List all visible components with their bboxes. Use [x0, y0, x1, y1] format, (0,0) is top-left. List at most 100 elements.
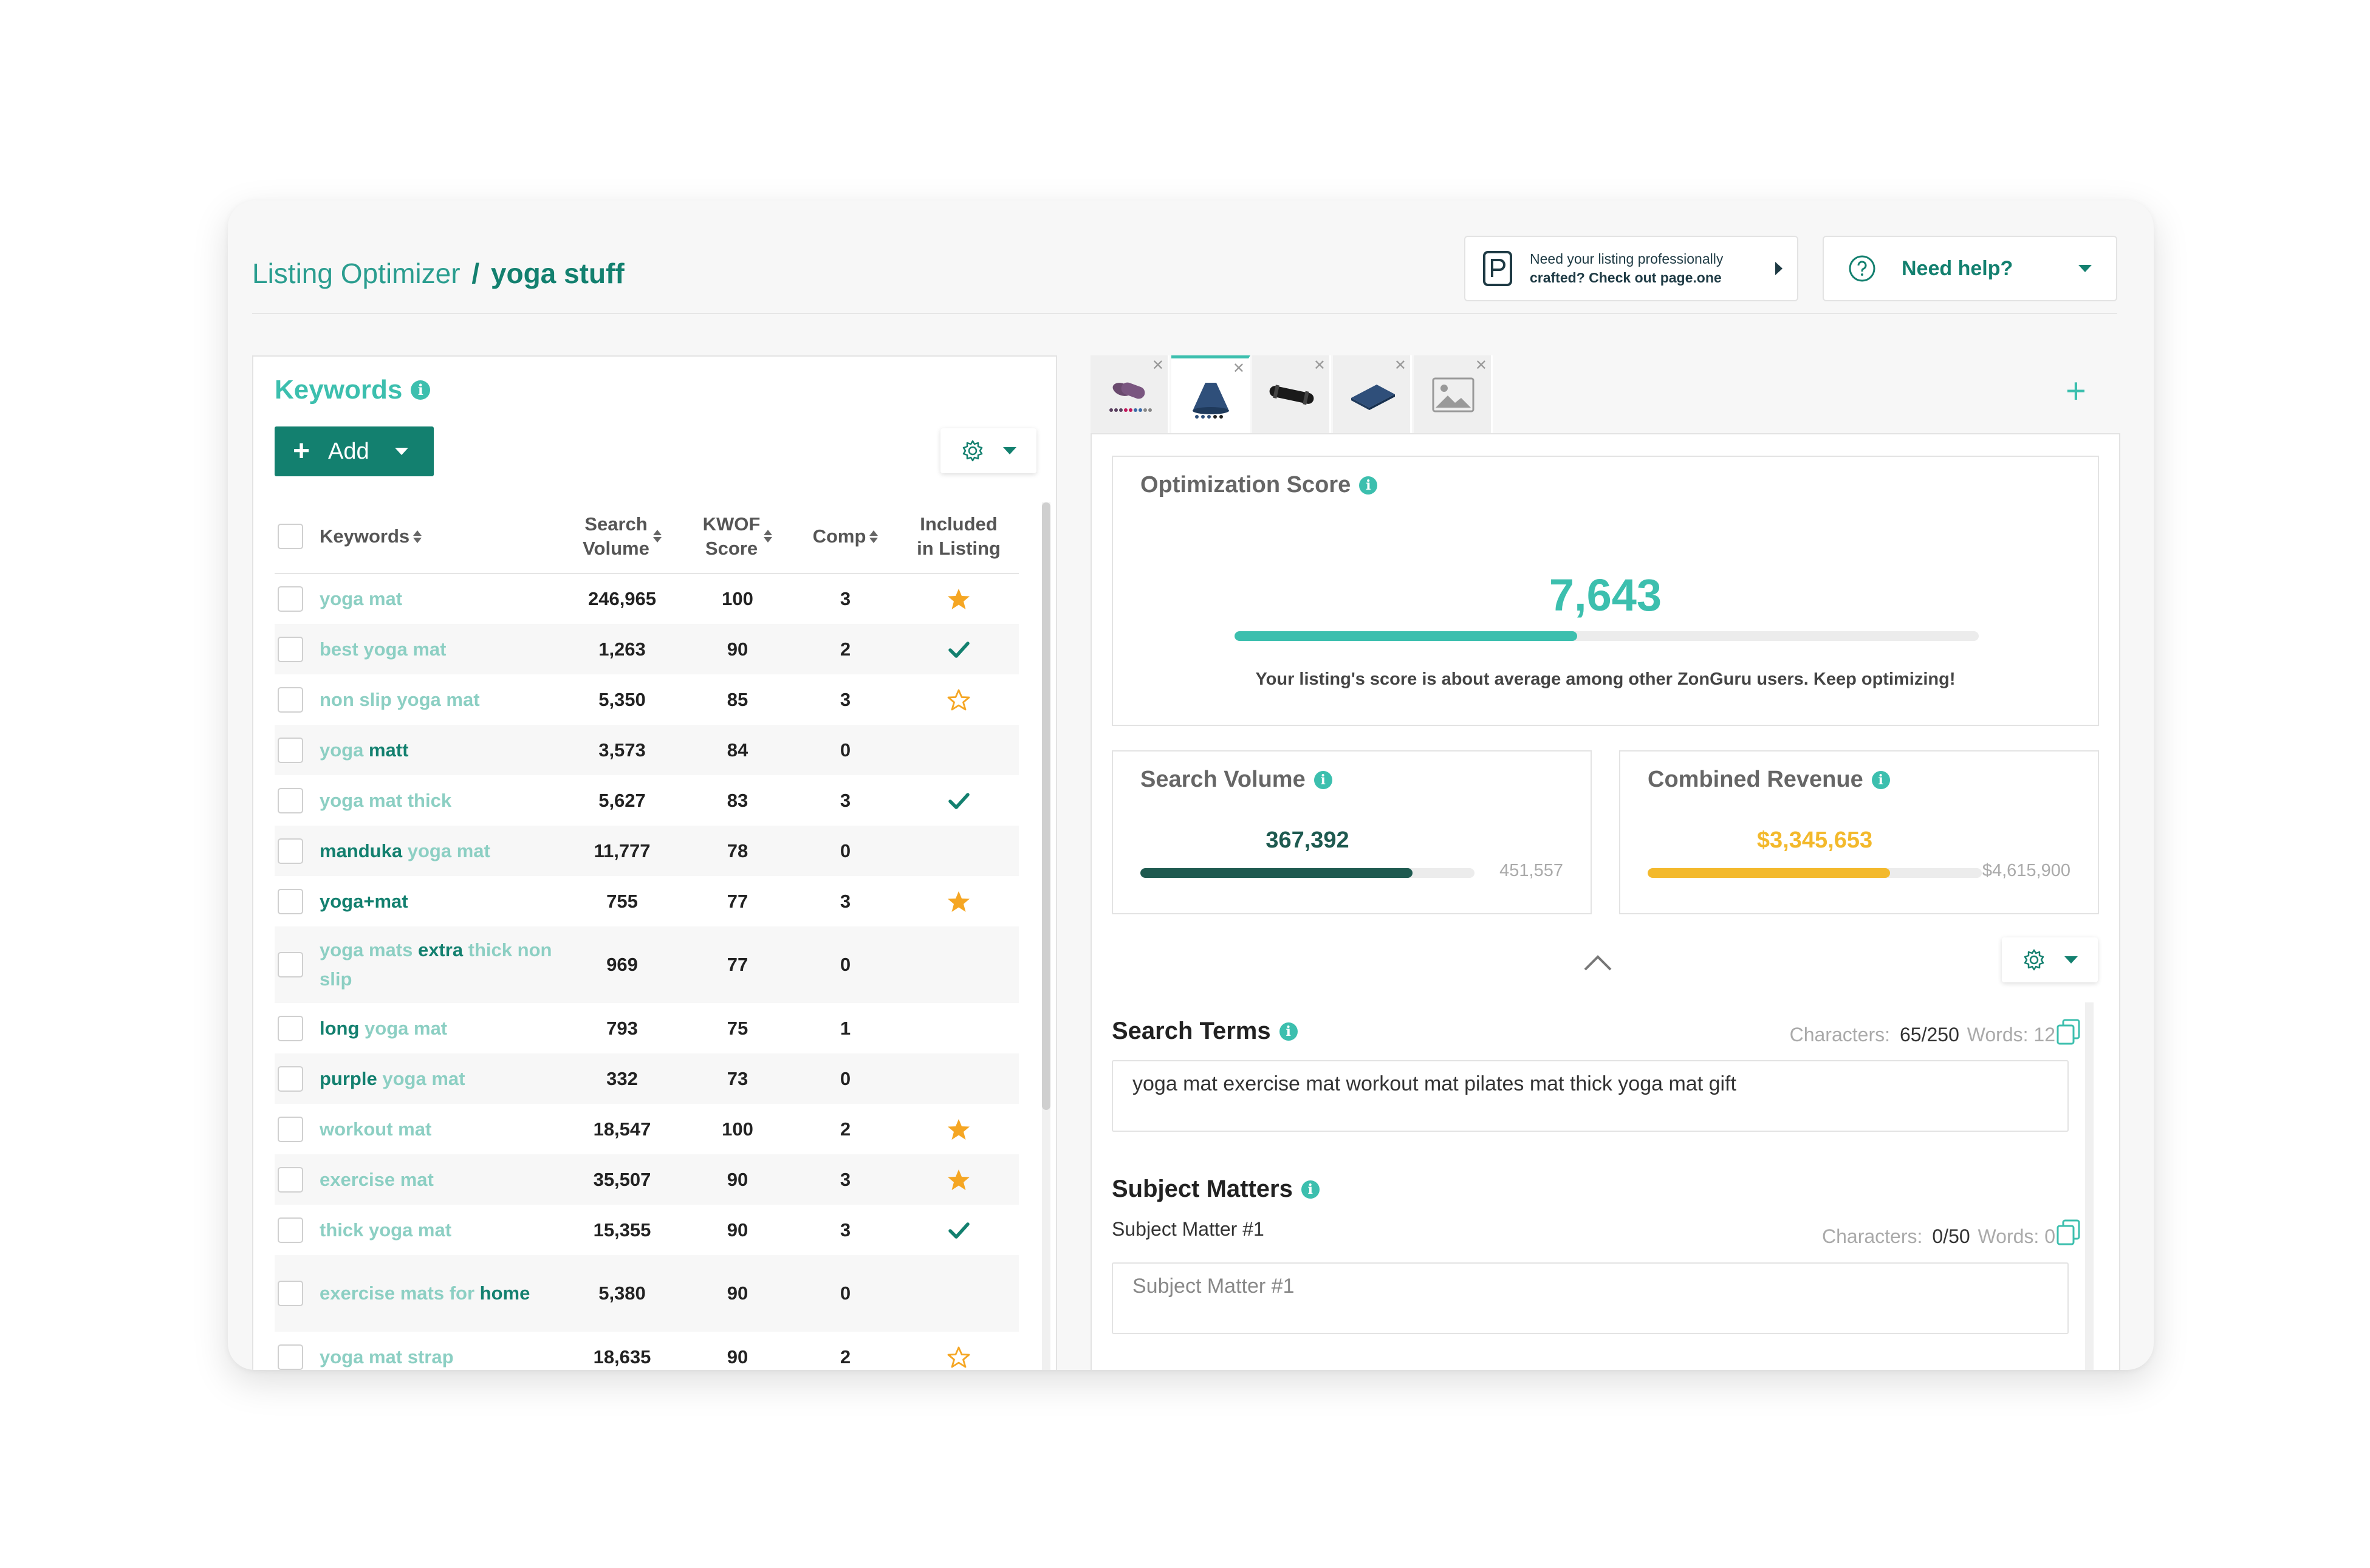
close-icon[interactable]: ✕: [1394, 357, 1406, 374]
search-terms-input[interactable]: yoga mat exercise mat workout mat pilate…: [1112, 1060, 2069, 1132]
keyword-cell[interactable]: non slip yoga mat: [306, 674, 561, 725]
row-checkbox[interactable]: [278, 737, 303, 763]
row-checkbox[interactable]: [278, 1066, 303, 1092]
copy-icon[interactable]: [2055, 1218, 2083, 1246]
table-row[interactable]: exercise mats for home 5,380 90 0: [275, 1255, 1019, 1332]
row-checkbox[interactable]: [278, 1281, 303, 1306]
row-checkbox[interactable]: [278, 586, 303, 612]
col-keywords[interactable]: Keywords: [306, 499, 561, 574]
add-tab-plus-icon[interactable]: +: [2066, 371, 2086, 411]
info-icon[interactable]: i: [1313, 770, 1332, 789]
info-icon[interactable]: i: [411, 380, 431, 400]
tab-product-2[interactable]: ✕: [1171, 355, 1250, 433]
need-help-dropdown[interactable]: Need help?: [1823, 236, 2117, 301]
table-row[interactable]: purple yoga mat 332 73 0: [275, 1053, 1019, 1104]
kwof-score-cell: 77: [683, 926, 792, 1003]
comp-cell: 0: [792, 1255, 899, 1332]
table-row[interactable]: yoga mat strap 18,635 90 2: [275, 1332, 1019, 1370]
info-icon[interactable]: i: [1301, 1180, 1320, 1199]
row-checkbox[interactable]: [278, 1217, 303, 1243]
chevron-up-icon[interactable]: [1583, 954, 1613, 972]
kwof-score-cell: 90: [683, 1154, 792, 1205]
row-checkbox[interactable]: [278, 1344, 303, 1370]
col-comp[interactable]: Comp: [792, 499, 899, 574]
keyword-cell[interactable]: manduka yoga mat: [306, 826, 561, 876]
keyword-cell[interactable]: yoga mat thick: [306, 775, 561, 826]
table-row[interactable]: yoga mat 246,965 100 3: [275, 573, 1019, 624]
page-one-promo-button[interactable]: Need your listing professionally crafted…: [1464, 236, 1798, 301]
keyword-cell[interactable]: yoga mats extra thick non slip: [306, 926, 561, 1003]
keywords-settings-button[interactable]: [940, 428, 1036, 473]
keyword-cell[interactable]: yoga matt: [306, 725, 561, 775]
keyword-cell[interactable]: exercise mats for home: [306, 1255, 561, 1332]
keyword-cell[interactable]: exercise mat: [306, 1154, 561, 1205]
keyword-cell[interactable]: purple yoga mat: [306, 1053, 561, 1104]
table-row[interactable]: thick yoga mat 15,355 90 3: [275, 1205, 1019, 1255]
subject-matter-1-input[interactable]: Subject Matter #1: [1112, 1262, 2069, 1334]
listing-scrollbar[interactable]: [2085, 1002, 2094, 1370]
keyword-part: exercise mat: [320, 1168, 434, 1190]
keywords-scrollbar-thumb[interactable]: [1042, 502, 1050, 1110]
close-icon[interactable]: ✕: [1313, 357, 1326, 374]
row-checkbox[interactable]: [278, 952, 303, 977]
info-icon[interactable]: i: [1871, 770, 1890, 789]
check-icon: [948, 792, 970, 809]
row-checkbox[interactable]: [278, 787, 303, 813]
row-checkbox[interactable]: [278, 1166, 303, 1193]
close-icon[interactable]: ✕: [1233, 360, 1245, 377]
table-row[interactable]: workout mat 18,547 100 2: [275, 1104, 1019, 1154]
keyword-cell[interactable]: workout mat: [306, 1104, 561, 1154]
breadcrumb-root[interactable]: Listing Optimizer: [252, 258, 461, 289]
kwof-score-cell: 73: [683, 1053, 792, 1104]
close-icon[interactable]: ✕: [1475, 357, 1487, 374]
table-row[interactable]: yoga mat thick 5,627 83 3: [275, 775, 1019, 826]
row-checkbox[interactable]: [278, 838, 303, 864]
comp-cell: 3: [840, 890, 851, 912]
plus-icon: +: [293, 435, 310, 467]
row-checkbox[interactable]: [278, 686, 303, 713]
col-search-volume[interactable]: Search Volume: [561, 499, 683, 574]
table-row[interactable]: exercise mat 35,507 90 3: [275, 1154, 1019, 1205]
chevron-down-icon[interactable]: [394, 448, 408, 455]
listing-settings-button[interactable]: [2002, 937, 2098, 982]
tab-product-1[interactable]: ✕: [1091, 355, 1170, 433]
keyword-cell[interactable]: yoga+mat: [306, 876, 561, 926]
row-checkbox[interactable]: [278, 1116, 303, 1142]
row-checkbox[interactable]: [278, 1015, 303, 1041]
keyword-cell[interactable]: long yoga mat: [306, 1003, 561, 1053]
comp-cell: 3: [792, 1154, 899, 1205]
table-row[interactable]: manduka yoga mat 11,777 78 0: [275, 826, 1019, 876]
table-row[interactable]: yoga mats extra thick non slip 969 77 0: [275, 926, 1019, 1003]
info-icon[interactable]: i: [1279, 1022, 1298, 1041]
add-keyword-button[interactable]: + Add: [275, 426, 434, 476]
keyword-cell[interactable]: yoga mat: [306, 573, 561, 624]
row-checkbox[interactable]: [278, 636, 303, 662]
copy-icon[interactable]: [2055, 1018, 2083, 1046]
table-row[interactable]: yoga+mat 755 77 3: [275, 876, 1019, 926]
sort-icon: [764, 530, 772, 543]
table-row[interactable]: best yoga mat 1,263 90 2: [275, 624, 1019, 674]
table-row[interactable]: non slip yoga mat 5,350 85 3: [275, 674, 1019, 725]
keyword-part: yoga+mat: [320, 890, 408, 912]
tab-product-4[interactable]: ✕: [1333, 355, 1412, 433]
keyword-part: manduka: [320, 840, 403, 861]
row-checkbox-cell: [275, 674, 306, 725]
kwof-score-cell: 85: [727, 688, 748, 710]
keywords-table: Keywords Search Volume KWOF Score Comp Inc…: [275, 499, 1019, 1370]
close-icon[interactable]: ✕: [1152, 357, 1164, 374]
table-row[interactable]: long yoga mat 793 75 1: [275, 1003, 1019, 1053]
select-all-checkbox[interactable]: [278, 523, 303, 549]
row-checkbox[interactable]: [278, 888, 303, 914]
tab-product-3[interactable]: ✕: [1252, 355, 1331, 433]
star-outline-icon: [947, 689, 970, 710]
table-row[interactable]: yoga matt 3,573 84 0: [275, 725, 1019, 775]
optimization-score-bar: [1235, 631, 1979, 641]
col-kwof-score[interactable]: KWOF Score: [683, 499, 792, 574]
search-volume-cell: 18,635: [593, 1346, 651, 1368]
keyword-cell[interactable]: thick yoga mat: [306, 1205, 561, 1255]
subject-matter-counts: Characters: 0/50 Words: 0: [1822, 1225, 2055, 1248]
keyword-cell[interactable]: yoga mat strap: [306, 1332, 561, 1370]
info-icon[interactable]: i: [1359, 476, 1378, 495]
keyword-cell[interactable]: best yoga mat: [306, 624, 561, 674]
tab-product-5[interactable]: ✕: [1414, 355, 1493, 433]
